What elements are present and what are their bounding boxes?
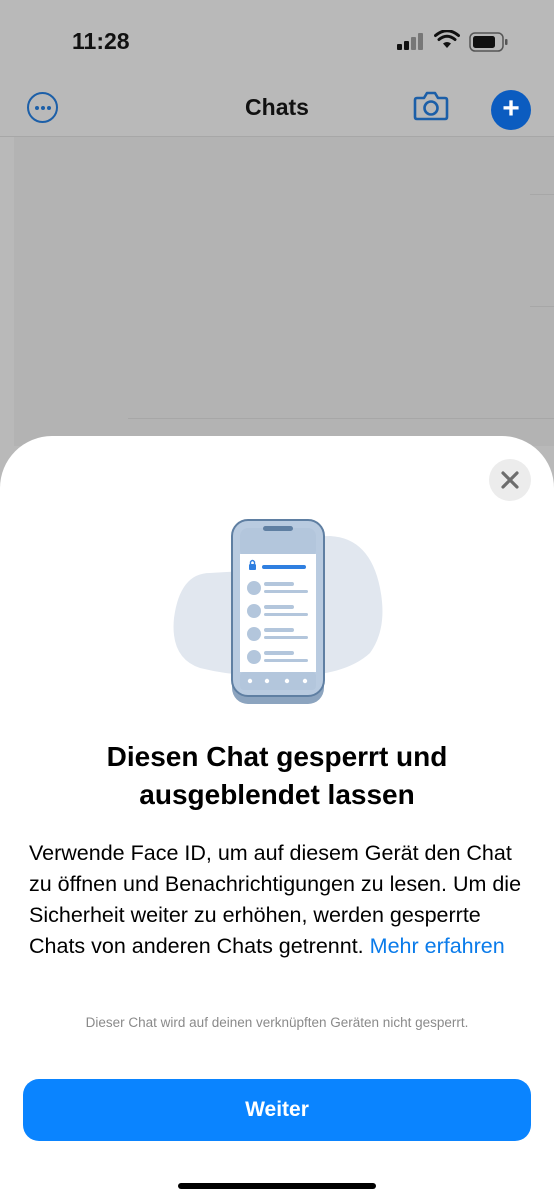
divider xyxy=(0,136,554,137)
cellular-signal-icon xyxy=(397,32,425,50)
wifi-icon xyxy=(434,30,460,48)
page-title: Chats xyxy=(245,94,309,120)
divider xyxy=(128,418,554,419)
chat-list xyxy=(14,136,554,446)
sheet-description: Verwende Face ID, um auf diesem Gerät de… xyxy=(29,838,529,962)
divider xyxy=(530,306,554,307)
sheet-title: Diesen Chat gesperrt und ausgeblendet la… xyxy=(106,741,448,810)
learn-more-link[interactable]: Mehr erfahren xyxy=(370,934,505,958)
home-indicator xyxy=(178,1183,376,1189)
navigation-bar: Chats + xyxy=(0,80,554,136)
continue-button[interactable]: Weiter xyxy=(23,1079,531,1141)
divider xyxy=(530,194,554,195)
battery-icon xyxy=(469,32,508,52)
camera-icon[interactable] xyxy=(413,90,449,122)
status-time: 11:28 xyxy=(72,28,130,54)
close-icon xyxy=(501,471,519,489)
footnote: Dieser Chat wird auf deinen verknüpften … xyxy=(85,1015,469,1030)
locked-chat-phone-illustration xyxy=(173,519,383,704)
close-button[interactable] xyxy=(489,459,531,501)
status-bar: 11:28 xyxy=(0,0,554,80)
new-chat-button[interactable]: + xyxy=(491,90,531,130)
